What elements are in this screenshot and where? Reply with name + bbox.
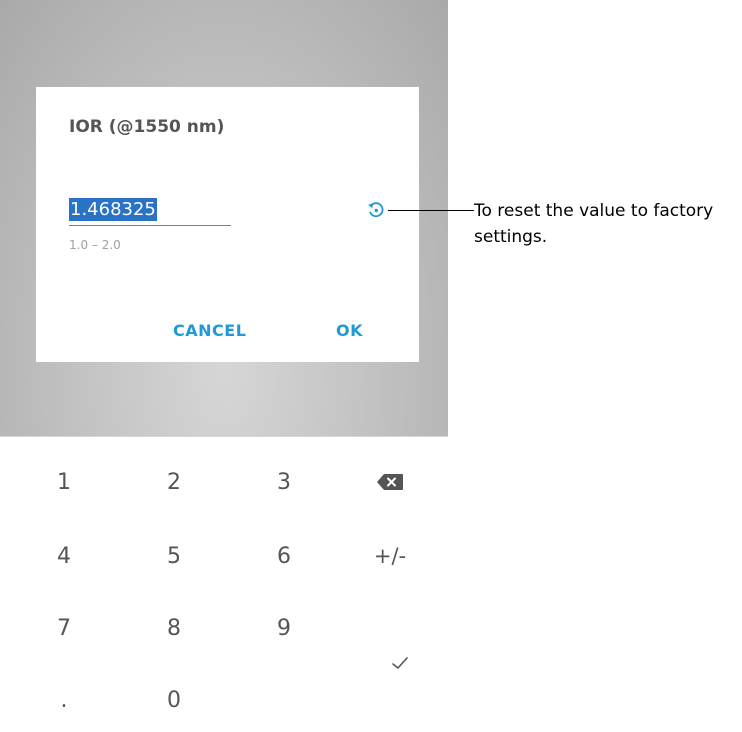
backspace-icon bbox=[377, 474, 403, 490]
dialog-title: IOR (@1550 nm) bbox=[69, 117, 225, 137]
confirm-key[interactable] bbox=[370, 641, 430, 685]
ior-value-text: 1.468325 bbox=[69, 198, 157, 221]
callout-leader-line bbox=[388, 210, 474, 211]
key-0[interactable]: 0 bbox=[144, 678, 204, 722]
callout-text: To reset the value to factory settings. bbox=[474, 201, 714, 247]
ok-button[interactable]: OK bbox=[336, 321, 363, 340]
ior-dialog: IOR (@1550 nm) 1.468325 1.0 – 2.0 CANCEL… bbox=[36, 87, 419, 362]
decimal-key[interactable]: . bbox=[34, 678, 94, 722]
numeric-keypad: 1 2 3 4 5 6 +/- 7 8 9 . 0 bbox=[0, 436, 448, 732]
key-1[interactable]: 1 bbox=[34, 460, 94, 504]
checkmark-icon bbox=[392, 657, 408, 669]
key-6[interactable]: 6 bbox=[254, 534, 314, 578]
backspace-key[interactable] bbox=[360, 460, 420, 504]
cancel-button[interactable]: CANCEL bbox=[173, 321, 246, 340]
ior-value-input[interactable]: 1.468325 bbox=[69, 195, 231, 226]
key-3[interactable]: 3 bbox=[254, 460, 314, 504]
range-hint: 1.0 – 2.0 bbox=[69, 238, 121, 252]
reset-icon[interactable] bbox=[366, 200, 386, 220]
key-7[interactable]: 7 bbox=[34, 606, 94, 650]
key-8[interactable]: 8 bbox=[144, 606, 204, 650]
key-2[interactable]: 2 bbox=[144, 460, 204, 504]
key-4[interactable]: 4 bbox=[34, 534, 94, 578]
sign-toggle-key[interactable]: +/- bbox=[360, 534, 420, 578]
key-5[interactable]: 5 bbox=[144, 534, 204, 578]
device-screen: IOR (@1550 nm) 1.468325 1.0 – 2.0 CANCEL… bbox=[0, 0, 448, 732]
key-9[interactable]: 9 bbox=[254, 606, 314, 650]
